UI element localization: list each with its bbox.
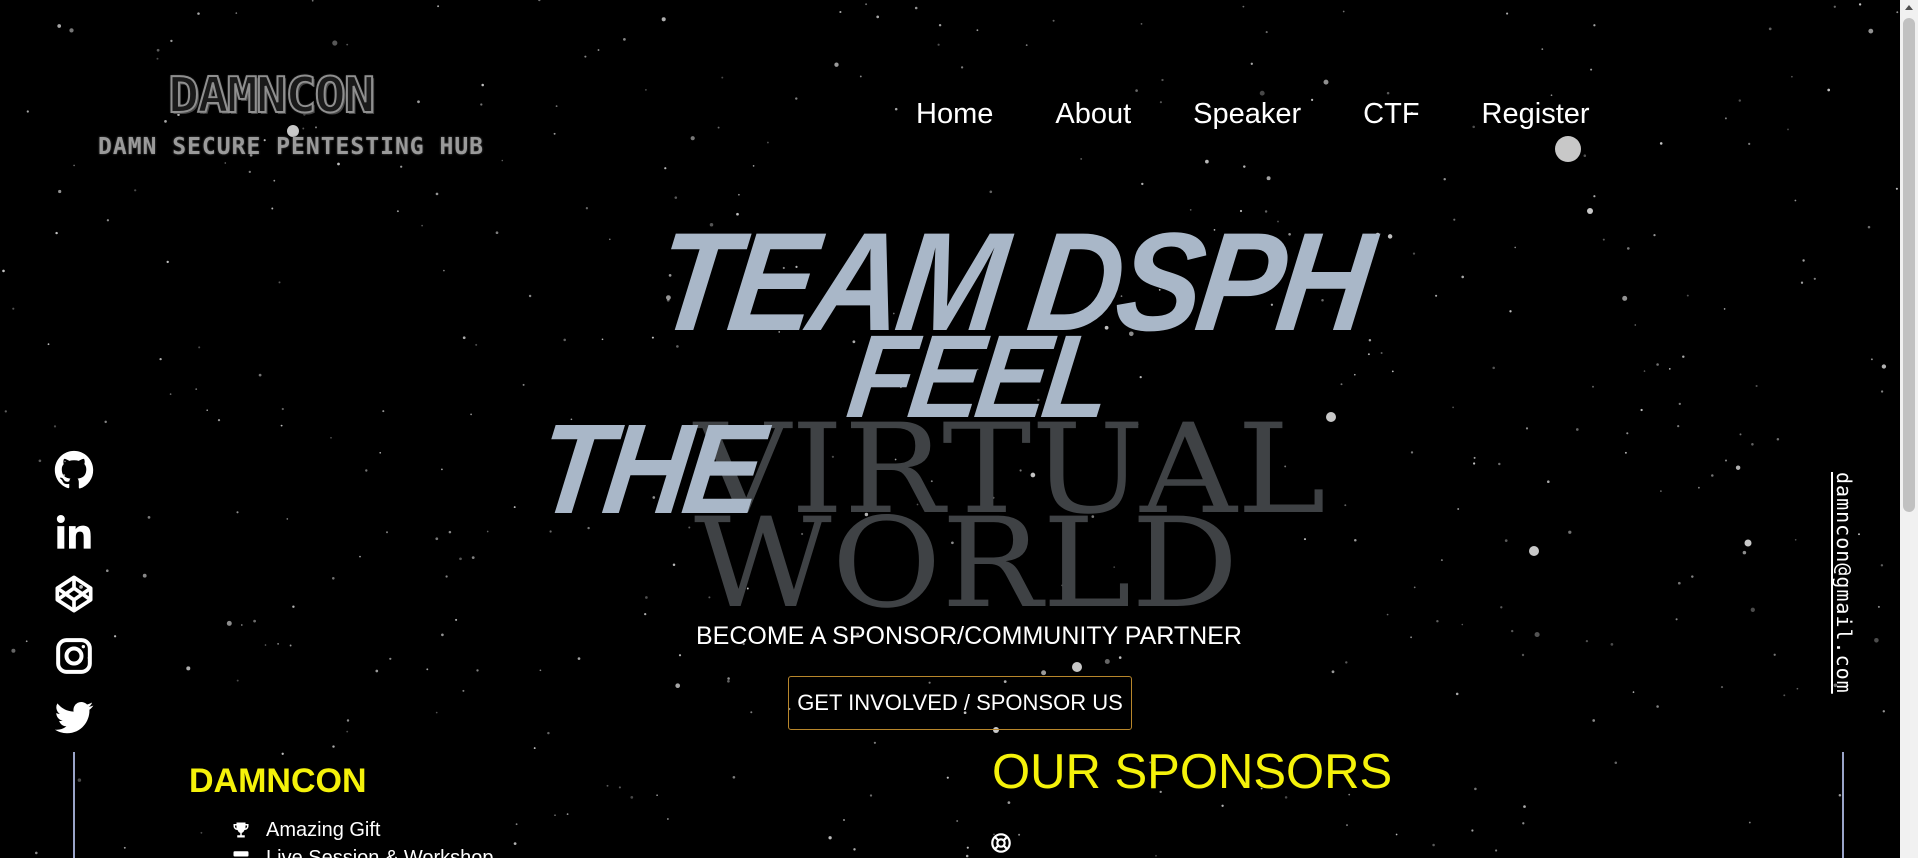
trophy-icon [230, 821, 252, 839]
lifebuoy-icon [990, 832, 1012, 854]
feature-list: Amazing Gift Live Session & Workshop [230, 816, 494, 858]
page-scrollbar[interactable] [1900, 0, 1918, 858]
github-icon[interactable] [50, 446, 98, 494]
nav-register[interactable]: Register [1482, 98, 1590, 131]
nav-home[interactable]: Home [916, 98, 993, 131]
sponsors-section-title: OUR SPONSORS [992, 745, 1393, 799]
scrollbar-thumb[interactable] [1903, 18, 1915, 512]
list-item: Live Session & Workshop [230, 844, 494, 858]
list-item: Amazing Gift [230, 816, 494, 844]
nav-speaker[interactable]: Speaker [1193, 98, 1301, 131]
hero-world-text: WORLD [694, 492, 1239, 636]
social-links [50, 446, 98, 756]
damncon-section-title: DAMNCON [189, 762, 367, 800]
left-divider-line [73, 752, 75, 858]
main-nav: Home About Speaker CTF Register [916, 98, 1590, 131]
hero-the-text: THE [529, 398, 768, 541]
instagram-icon[interactable] [50, 632, 98, 680]
right-divider-line [1842, 752, 1844, 858]
hero-feel-text: FEEL [841, 311, 1114, 443]
scroll-up-arrow-icon[interactable] [1905, 5, 1913, 10]
logo-title: DAMNCON [167, 67, 376, 126]
codepen-icon[interactable] [50, 570, 98, 618]
linkedin-icon[interactable] [50, 508, 98, 556]
nav-ctf[interactable]: CTF [1363, 98, 1419, 131]
nav-about[interactable]: About [1055, 98, 1131, 131]
logo-subtitle: DAMN SECURE PENTESTING HUB [98, 134, 485, 160]
server-icon [230, 849, 252, 858]
email-link[interactable]: damncon@gmail.com [1832, 472, 1856, 694]
become-sponsor-text: BECOME A SPONSOR/COMMUNITY PARTNER [696, 622, 1242, 650]
feature-label: Amazing Gift [266, 818, 381, 841]
sponsor-us-button[interactable]: GET INVOLVED / SPONSOR US [788, 676, 1132, 730]
twitter-icon[interactable] [50, 694, 98, 742]
feature-label: Live Session & Workshop [266, 846, 494, 858]
site-logo[interactable]: DAMNCON DAMN SECURE PENTESTING HUB [98, 62, 483, 172]
page: DAMNCON DAMN SECURE PENTESTING HUB Home … [0, 0, 1918, 858]
